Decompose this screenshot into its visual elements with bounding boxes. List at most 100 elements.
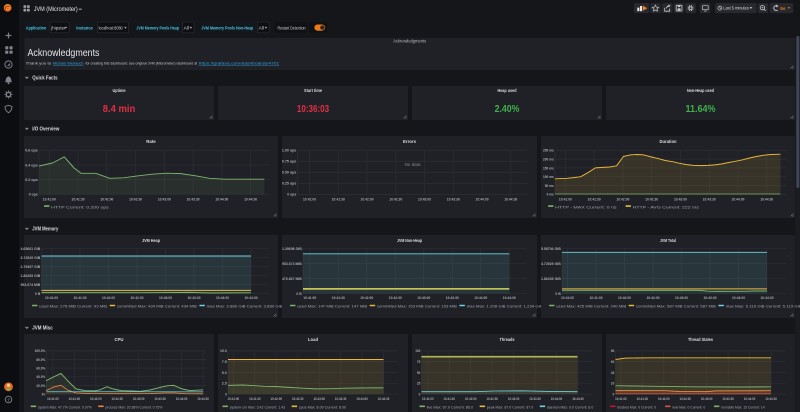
svg-text:10:41:30: 10:41:30	[74, 295, 88, 300]
svg-text:10:43:00: 10:43:00	[133, 396, 145, 401]
svg-text:10:44:00: 10:44:00	[215, 196, 229, 201]
svg-text:60: 60	[611, 360, 614, 364]
svg-text:Uptime: Uptime	[113, 88, 126, 93]
svg-text:10:41:00: 10:41:00	[303, 295, 317, 300]
svg-text:10:42:00: 10:42:00	[361, 196, 375, 201]
svg-text:100.0%: 100.0%	[35, 349, 46, 353]
svg-text:10:42:30: 10:42:30	[129, 196, 143, 201]
svg-text:10:43:30: 10:43:30	[335, 396, 347, 401]
svg-text:?: ?	[7, 397, 10, 402]
svg-text:0 B: 0 B	[35, 292, 41, 296]
svg-text:10:43:30: 10:43:30	[154, 396, 166, 401]
svg-text:10:41:30: 10:41:30	[637, 396, 649, 401]
svg-text:committed Max: 153 MiB Curren: committed Max: 153 MiB Current: 153 MiB	[377, 305, 458, 309]
svg-text:10:42:30: 10:42:30	[645, 196, 659, 201]
svg-text:Thank you to: Thank you to	[26, 61, 51, 65]
svg-text:0.25 ops: 0.25 ops	[282, 182, 296, 186]
svg-text:10:43:30: 10:43:30	[703, 196, 717, 201]
svg-text:10:42:00: 10:42:00	[465, 396, 477, 401]
svg-text:Threads: Threads	[500, 337, 515, 342]
svg-text:10:42:30: 10:42:30	[389, 295, 403, 300]
svg-text:10:42:30: 10:42:30	[131, 295, 145, 300]
svg-text:10:44:00: 10:44:00	[731, 196, 745, 201]
svg-text:3.72529 GiB: 3.72529 GiB	[541, 262, 561, 266]
svg-text:80.0%: 80.0%	[36, 358, 46, 362]
svg-text:HTTP - AVG Current: 222 ms: HTTP - AVG Current: 222 ms	[633, 205, 699, 209]
svg-text:10:42:00: 10:42:00	[658, 396, 670, 401]
svg-text:8.4 min: 8.4 min	[103, 104, 136, 115]
svg-text:953.674 MiB: 953.674 MiB	[282, 262, 302, 266]
svg-text:50: 50	[417, 371, 420, 375]
svg-text:10:42:00: 10:42:00	[100, 196, 114, 201]
svg-text:JVM Non-Heap: JVM Non-Heap	[397, 238, 422, 243]
svg-text:10:41:00: 10:41:00	[559, 196, 573, 201]
svg-text:10:43:00: 10:43:00	[313, 396, 325, 401]
svg-text:CPU: CPU	[115, 337, 125, 342]
svg-text:10:44:00: 10:44:00	[744, 396, 756, 401]
svg-text:JVM Heap: JVM Heap	[142, 238, 160, 243]
svg-text:Instance: Instance	[76, 26, 93, 31]
svg-text:10:43:00: 10:43:00	[417, 295, 431, 300]
svg-text:live Max: 87.0 Current: 86.0: live Max: 87.0 Current: 86.0	[427, 406, 473, 410]
svg-text:20.0%: 20.0%	[36, 384, 46, 388]
svg-text:Rate: Rate	[146, 139, 156, 144]
svg-text:10:41:30: 10:41:30	[588, 196, 602, 201]
svg-text:10:42:00: 10:42:00	[360, 295, 374, 300]
svg-text:JVM Misc: JVM Misc	[32, 326, 53, 332]
svg-text:jhipster: jhipster	[50, 26, 66, 31]
svg-text:2.40%: 2.40%	[495, 104, 520, 115]
svg-text:used Max: 278 MiB Current: 93: used Max: 278 MiB Current: 93 MiB	[39, 305, 108, 309]
svg-text:10:43:30: 10:43:30	[188, 295, 202, 300]
svg-text:10:42:00: 10:42:00	[618, 295, 632, 300]
svg-text:1.86265 GiB: 1.86265 GiB	[541, 277, 561, 281]
svg-text:10:42:30: 10:42:30	[389, 196, 403, 201]
svg-text:10:41:00: 10:41:00	[303, 196, 317, 201]
svg-text:25: 25	[417, 382, 420, 386]
svg-text:JVM Memory: JVM Memory	[32, 227, 59, 233]
svg-text:JVM Memory Pools Non-Heap: JVM Memory Pools Non-Heap	[201, 26, 253, 31]
svg-text:5.58794 GiB: 5.58794 GiB	[541, 247, 561, 251]
svg-text:Load: Load	[308, 337, 318, 342]
svg-text:max Max: 1.208 GiB Current: 1: max Max: 1.208 GiB Current: 1.234 GiB	[467, 305, 544, 309]
svg-text:JVM (Micrometer): JVM (Micrometer)	[34, 6, 78, 13]
svg-text:10:41:30: 10:41:30	[69, 396, 81, 401]
svg-text:0.50 ops: 0.50 ops	[282, 171, 296, 175]
svg-text:Restart Detection: Restart Detection	[278, 26, 306, 31]
svg-text:10:43:00: 10:43:00	[701, 396, 713, 401]
svg-text:0.6 ops: 0.6 ops	[25, 149, 38, 153]
svg-text:10:43:30: 10:43:30	[187, 196, 201, 201]
svg-text:10:41:00: 10:41:00	[615, 396, 627, 401]
svg-text:60.0%: 60.0%	[36, 367, 46, 371]
svg-text:10:44:30: 10:44:30	[245, 295, 259, 300]
svg-text:JVM Memory Pools Heap: JVM Memory Pools Heap	[136, 26, 179, 31]
svg-text:10:44:00: 10:44:00	[474, 295, 488, 300]
svg-text:Errors: Errors	[403, 139, 416, 144]
svg-text:0: 0	[419, 393, 421, 397]
svg-text:80: 80	[611, 349, 614, 353]
svg-text:40: 40	[611, 371, 614, 375]
svg-text:10:41:00: 10:41:00	[43, 196, 57, 201]
svg-text:10:43:00: 10:43:00	[159, 295, 173, 300]
svg-text:system Max: 47.7% Current: 9.: system Max: 47.7% Current: 9.07%	[38, 406, 92, 410]
svg-text:0 ops: 0 ops	[29, 193, 38, 197]
svg-text:max Max: 5.119 GiB Current: 5: max Max: 5.119 GiB Current: 5.119 GiB	[726, 305, 800, 309]
svg-text:10:43:00: 10:43:00	[418, 196, 432, 201]
svg-text:10:43:00: 10:43:00	[674, 196, 688, 201]
svg-text:10:44:00: 10:44:00	[732, 295, 746, 300]
svg-text:10:43:30: 10:43:30	[704, 295, 718, 300]
svg-text:Last 5 minutes: Last 5 minutes	[723, 6, 749, 11]
svg-text:5s: 5s	[780, 6, 786, 11]
svg-text:10:41:00: 10:41:00	[561, 295, 575, 300]
svg-text:10:43:00: 10:43:00	[508, 396, 520, 401]
svg-text:Application: Application	[26, 26, 46, 31]
svg-text:10:44:30: 10:44:30	[572, 396, 584, 401]
svg-text:100 ms: 100 ms	[543, 175, 554, 179]
svg-text:10:43:00: 10:43:00	[158, 196, 172, 201]
svg-text:10:42:30: 10:42:30	[292, 396, 304, 401]
svg-text:Start time: Start time	[304, 88, 322, 93]
svg-text:10:42:30: 10:42:30	[647, 295, 661, 300]
svg-text:3.72529 GiB: 3.72529 GiB	[21, 256, 41, 260]
svg-text:10:44:30: 10:44:30	[760, 196, 774, 201]
svg-text:10.0: 10.0	[220, 349, 227, 353]
svg-text:10:42:00: 10:42:00	[616, 196, 630, 201]
